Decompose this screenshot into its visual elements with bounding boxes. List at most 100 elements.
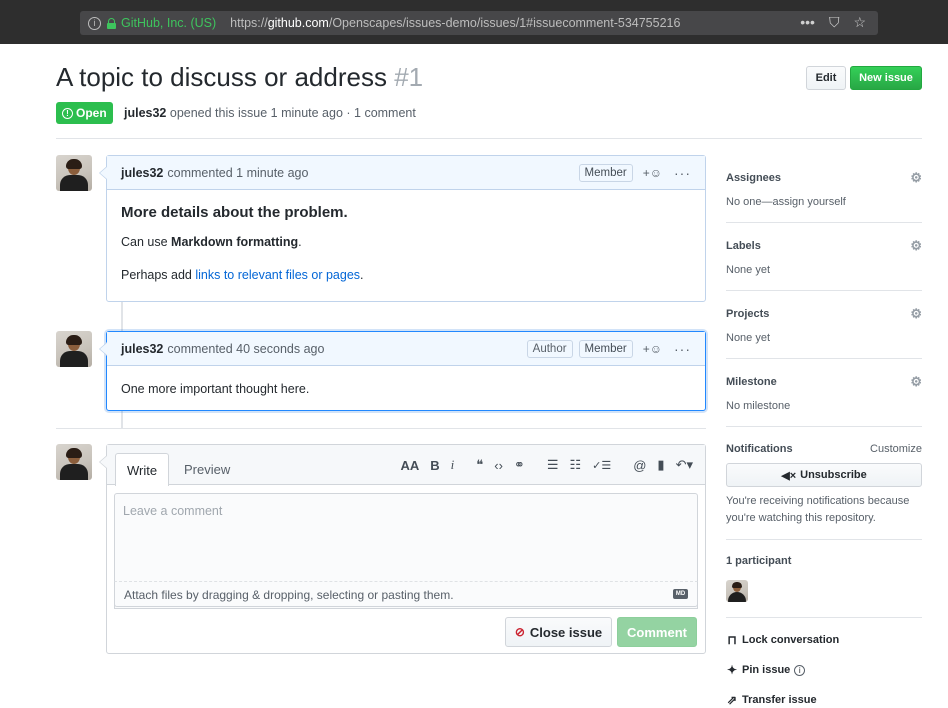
saved-reply-icon[interactable]: ↶▾ bbox=[676, 457, 693, 473]
pin-issue-link[interactable]: ✦ Pin issue i bbox=[726, 663, 806, 677]
transfer-issue-link[interactable]: ⇗ Transfer issue bbox=[726, 693, 817, 707]
sidebar-assignees: Assignees ⚙ No one—assign yourself bbox=[726, 170, 922, 211]
bulleted-list-icon[interactable]: ☰ bbox=[547, 457, 559, 473]
avatar[interactable] bbox=[56, 331, 92, 367]
comment: jules32 commented 40 seconds ago Author … bbox=[99, 331, 706, 413]
comment-body: More details about the problem. Can use … bbox=[107, 190, 705, 299]
pin-icon: ✦ bbox=[726, 663, 738, 677]
more-options-icon[interactable]: ··· bbox=[674, 341, 691, 357]
issue-meta-text: opened this issue 1 minute ago · 1 comme… bbox=[169, 106, 416, 120]
close-issue-button[interactable]: ⊘ Close issue bbox=[505, 617, 612, 647]
comment-button[interactable]: Comment bbox=[617, 617, 697, 647]
info-icon[interactable]: i bbox=[794, 664, 806, 676]
comment: jules32 commented 1 minute ago Member +☺… bbox=[99, 155, 706, 302]
url-host: github.com bbox=[267, 16, 329, 30]
notifications-heading: Notifications bbox=[726, 443, 793, 455]
assign-yourself-link[interactable]: No one—assign yourself bbox=[726, 194, 922, 211]
comment-composer: Write Preview AA B i ❝ ‹› ⚭ ☰ ☷ ✓☰ @ ▮ ↶… bbox=[99, 444, 706, 654]
avatar bbox=[56, 444, 92, 480]
mention-icon[interactable]: @ bbox=[633, 458, 646, 473]
tab-write[interactable]: Write bbox=[115, 453, 170, 486]
add-reaction-icon[interactable]: +☺ bbox=[643, 342, 662, 356]
edit-button[interactable]: Edit bbox=[806, 66, 846, 90]
attach-files-bar[interactable]: Attach files by dragging & dropping, sel… bbox=[114, 581, 698, 607]
milestone-heading[interactable]: Milestone bbox=[726, 376, 777, 388]
assignees-heading[interactable]: Assignees bbox=[726, 172, 781, 184]
numbered-list-icon[interactable]: ☷ bbox=[569, 457, 581, 473]
sidebar-projects: Projects ⚙ None yet bbox=[726, 306, 922, 347]
lock-conversation-link[interactable]: ⊓ Lock conversation bbox=[726, 633, 839, 647]
italic-icon[interactable]: i bbox=[451, 457, 455, 473]
comment-placeholder: Leave a comment bbox=[123, 504, 223, 518]
link-icon[interactable]: ⚭ bbox=[514, 457, 525, 473]
gear-icon[interactable]: ⚙ bbox=[910, 374, 922, 390]
labels-value: None yet bbox=[726, 264, 771, 276]
issue-author-link[interactable]: jules32 bbox=[124, 106, 166, 120]
gear-icon[interactable]: ⚙ bbox=[910, 306, 922, 322]
sidebar-participants: 1 participant bbox=[726, 555, 922, 567]
site-identity: GitHub, Inc. (US) bbox=[121, 16, 217, 30]
heading-icon[interactable]: AA bbox=[400, 458, 419, 473]
milestone-value: No milestone bbox=[726, 400, 791, 412]
code-icon[interactable]: ‹› bbox=[494, 458, 503, 473]
status-badge: ! Open bbox=[56, 102, 113, 124]
comment-timestamp[interactable]: commented 1 minute ago bbox=[167, 166, 308, 180]
comment-timestamp[interactable]: commented 40 seconds ago bbox=[167, 342, 324, 356]
browser-toolbar: i GitHub, Inc. (US) https://github.com/O… bbox=[0, 0, 948, 44]
comment-header: jules32 commented 1 minute ago Member +☺… bbox=[99, 156, 705, 190]
divider bbox=[726, 617, 922, 618]
avatar[interactable] bbox=[56, 155, 92, 191]
comment-author-link[interactable]: jules32 bbox=[121, 166, 163, 180]
participants-heading: 1 participant bbox=[726, 555, 792, 567]
comment-heading: More details about the problem. bbox=[121, 204, 348, 221]
pocket-icon[interactable]: ⛉ bbox=[829, 14, 840, 31]
divider bbox=[56, 138, 922, 139]
relevant-files-link[interactable]: links to relevant files or pages bbox=[195, 268, 360, 282]
pin-issue-label: Pin issue bbox=[742, 664, 791, 676]
labels-heading[interactable]: Labels bbox=[726, 240, 761, 252]
new-issue-button[interactable]: New issue bbox=[850, 66, 922, 90]
tab-preview[interactable]: Preview bbox=[173, 453, 241, 486]
comment-body: One more important thought here. bbox=[107, 366, 705, 413]
sidebar-milestone: Milestone ⚙ No milestone bbox=[726, 374, 922, 415]
attach-files-text: Attach files by dragging & dropping, sel… bbox=[124, 588, 454, 602]
transfer-icon: ⇗ bbox=[726, 693, 738, 707]
issue-title-text: A topic to discuss or address bbox=[56, 62, 387, 92]
add-reaction-icon[interactable]: +☺ bbox=[643, 166, 662, 180]
unsubscribe-label: Unsubscribe bbox=[800, 469, 867, 481]
customize-link[interactable]: Customize bbox=[870, 443, 922, 455]
divider bbox=[726, 539, 922, 540]
transfer-issue-label: Transfer issue bbox=[742, 694, 817, 706]
bookmark-star-icon[interactable]: ☆ bbox=[853, 14, 866, 31]
gear-icon[interactable]: ⚙ bbox=[910, 238, 922, 254]
divider bbox=[56, 428, 706, 429]
lock-icon bbox=[107, 17, 116, 29]
comment-author-link[interactable]: jules32 bbox=[121, 342, 163, 356]
bold-icon[interactable]: B bbox=[430, 458, 439, 473]
comment-header: jules32 commented 40 seconds ago Author … bbox=[99, 332, 705, 366]
address-bar[interactable]: i GitHub, Inc. (US) https://github.com/O… bbox=[80, 11, 878, 35]
reference-icon[interactable]: ▮ bbox=[657, 457, 664, 473]
projects-heading[interactable]: Projects bbox=[726, 308, 769, 320]
url-prefix: https:// bbox=[230, 16, 268, 30]
issue-opened-icon: ! bbox=[62, 107, 73, 119]
task-list-icon[interactable]: ✓☰ bbox=[592, 459, 611, 472]
composer-toolbar: Write Preview AA B i ❝ ‹› ⚭ ☰ ☷ ✓☰ @ ▮ ↶… bbox=[107, 445, 705, 486]
lock-icon: ⊓ bbox=[727, 633, 737, 647]
quote-icon[interactable]: ❝ bbox=[476, 457, 483, 473]
comment-paragraph: Perhaps add links to relevant files or p… bbox=[121, 267, 364, 282]
divider bbox=[726, 426, 922, 427]
participant-avatar[interactable] bbox=[726, 580, 748, 602]
sidebar-notifications: Notifications Customize ◀× Unsubscribe Yo… bbox=[726, 443, 922, 527]
lock-conversation-label: Lock conversation bbox=[742, 634, 840, 646]
comment-paragraph: Can use Markdown formatting. bbox=[121, 235, 302, 249]
page-actions-icon[interactable]: ••• bbox=[800, 14, 815, 31]
member-badge: Member bbox=[578, 163, 633, 182]
comment-paragraph: One more important thought here. bbox=[121, 382, 310, 396]
unsubscribe-button[interactable]: ◀× Unsubscribe bbox=[726, 463, 922, 487]
info-icon[interactable]: i bbox=[88, 16, 101, 30]
sidebar-labels: Labels ⚙ None yet bbox=[726, 238, 922, 279]
markdown-icon[interactable]: MD bbox=[673, 589, 688, 599]
more-options-icon[interactable]: ··· bbox=[674, 165, 691, 181]
gear-icon[interactable]: ⚙ bbox=[910, 170, 922, 186]
